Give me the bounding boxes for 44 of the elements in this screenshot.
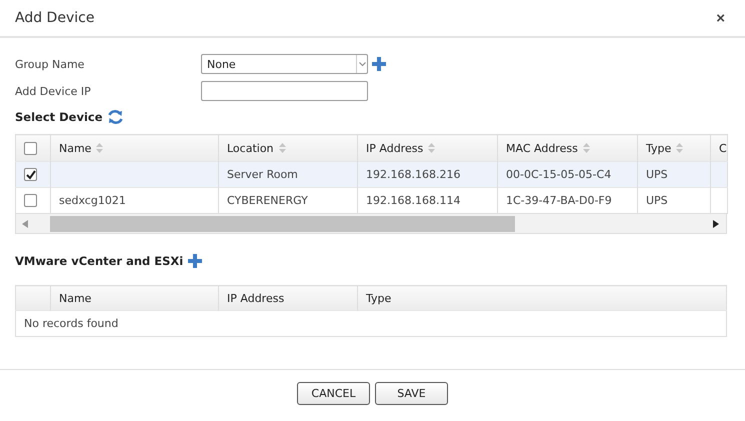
sort-icon[interactable] (428, 143, 436, 154)
save-button[interactable]: SAVE (375, 382, 448, 405)
column-header[interactable]: Name (50, 134, 218, 162)
group-select[interactable]: None (201, 54, 368, 74)
cancel-button[interactable]: CANCEL (297, 382, 370, 405)
column-header[interactable]: IP Address (358, 134, 498, 162)
table-cell: UPS (646, 168, 668, 181)
sort-icon[interactable] (96, 143, 104, 154)
sort-icon[interactable] (676, 143, 684, 154)
checkbox[interactable] (24, 168, 37, 182)
empty-message: No records found (24, 317, 118, 330)
column-header[interactable]: Location (218, 134, 358, 162)
table-cell: 00-0C-15-05-05-C4 (506, 168, 612, 181)
column-header: Name (50, 286, 218, 310)
section-title: VMware vCenter and ESXi (15, 254, 184, 268)
table-cell: 192.168.168.114 (366, 194, 460, 207)
chevron-icon (358, 62, 366, 66)
table-cell: 192.168.168.216 (366, 168, 460, 181)
table-cell: sedxcg1021 (59, 194, 126, 207)
ip-input-field[interactable] (201, 81, 368, 101)
field-label: Group Name (15, 58, 86, 70)
sort-icon[interactable] (278, 143, 286, 154)
scroll-left-icon[interactable] (22, 220, 28, 228)
horizontal-scrollbar[interactable] (15, 214, 727, 234)
plus-icon[interactable] (371, 56, 387, 72)
scroll-right-icon[interactable] (713, 220, 719, 228)
table-cell: 1C-39-47-BA-D0-F9 (506, 194, 612, 207)
column-header[interactable]: Type (638, 134, 710, 162)
refresh-icon[interactable] (106, 109, 124, 125)
field-label: Add Device IP (15, 84, 92, 98)
table-cell: CYBERENERGY (227, 194, 308, 207)
column-header: IP Address (218, 286, 358, 310)
checkbox[interactable] (24, 142, 37, 155)
plus-icon[interactable] (187, 253, 204, 269)
sort-icon[interactable] (582, 143, 590, 154)
checkbox[interactable] (24, 194, 37, 208)
column-header: Type (358, 286, 726, 310)
window-title: Add Device (15, 10, 94, 26)
table-cell: UPS (646, 194, 668, 207)
section-title: Select Device (15, 110, 103, 124)
column-header[interactable]: C (710, 134, 728, 162)
table-cell: Server Room (227, 168, 298, 181)
close-button[interactable]: × (716, 10, 725, 26)
column-header[interactable]: MAC Address (498, 134, 638, 162)
